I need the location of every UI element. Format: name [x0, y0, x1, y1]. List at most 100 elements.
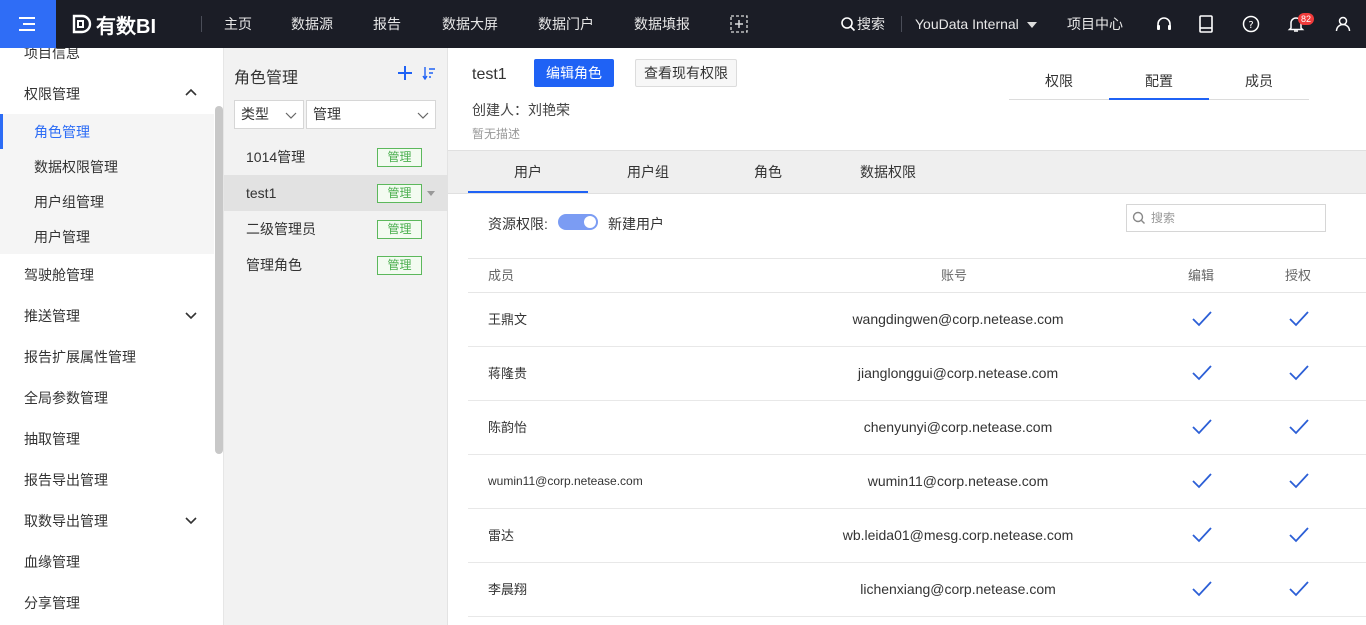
sidebar-item-report-export[interactable]: 报告导出管理 — [0, 462, 214, 497]
role-item[interactable]: 管理角色 管理 — [224, 247, 448, 283]
role-type-select[interactable]: 类型 — [234, 100, 304, 129]
caret-down-icon[interactable] — [427, 191, 435, 196]
member-account: wumin11@corp.netease.com — [867, 473, 1049, 489]
chevron-down-icon — [285, 112, 297, 119]
active-tab-indicator — [1109, 98, 1209, 100]
sort-icon[interactable] — [422, 66, 436, 80]
chevron-down-icon — [417, 112, 429, 119]
member-search-input[interactable] — [1151, 208, 1319, 228]
chevron-down-icon — [185, 312, 197, 320]
resource-permission-label: 资源权限: — [488, 216, 548, 232]
nav-home[interactable]: 主页 — [224, 0, 252, 48]
sidebar-item-role-management[interactable]: 角色管理 — [0, 114, 214, 149]
top-navbar: 有数BI 主页 数据源 报告 数据大屏 数据门户 数据填报 搜索 YouData… — [0, 0, 1366, 48]
sidebar-item-cockpit[interactable]: 驾驶舱管理 — [0, 257, 214, 292]
role-name: 管理角色 — [246, 257, 302, 273]
table-row: wumin11@corp.netease.com wumin11@corp.net… — [468, 455, 1366, 509]
table-row: 王鼎文 wangdingwen@corp.netease.com — [468, 293, 1366, 347]
member-name: 陈韵怡 — [488, 420, 528, 435]
role-filter-value: 管理 — [313, 106, 341, 122]
header-edit: 编辑 — [1188, 268, 1215, 283]
role-item-selected[interactable]: test1 管理 — [224, 175, 448, 211]
tab-members[interactable]: 成员 — [1209, 71, 1309, 91]
subtab-data-permission[interactable]: 数据权限 — [828, 151, 948, 193]
sidebar-item-share[interactable]: 分享管理 — [0, 585, 214, 620]
add-icon[interactable] — [398, 66, 412, 80]
role-filter-select[interactable]: 管理 — [306, 100, 436, 129]
sidebar-item-permission[interactable]: 权限管理 — [0, 76, 214, 111]
nav-datasource[interactable]: 数据源 — [291, 0, 333, 48]
nav-report[interactable]: 报告 — [373, 0, 401, 48]
sidebar-item-project-info[interactable]: 项目信息 — [0, 48, 214, 70]
sidebar-item-label: 推送管理 — [24, 307, 80, 324]
nav-big-screen[interactable]: 数据大屏 — [442, 0, 498, 48]
role-name: test1 — [246, 185, 277, 201]
logo-text: 有数BI — [96, 15, 156, 38]
sidebar-item-global-param[interactable]: 全局参数管理 — [0, 380, 214, 415]
sidebar-item-report-ext-attr[interactable]: 报告扩展属性管理 — [0, 339, 214, 374]
authorize-check-icon[interactable] — [1288, 417, 1310, 437]
view-permissions-button[interactable]: 查看现有权限 — [635, 59, 737, 87]
member-name: wumin11@corp.netease.com — [488, 474, 643, 488]
sidebar-item-data-permission[interactable]: 数据权限管理 — [0, 149, 214, 184]
member-search[interactable] — [1126, 204, 1326, 232]
role-tag: 管理 — [377, 220, 422, 239]
header-member: 成员 — [488, 268, 515, 283]
authorize-check-icon[interactable] — [1288, 525, 1310, 545]
search-label[interactable]: 搜索 — [857, 0, 885, 48]
table-row: 李晨翔 lichenxiang@corp.netease.com — [468, 563, 1366, 617]
document-icon[interactable] — [1196, 14, 1216, 34]
menu-toggle-button[interactable] — [0, 0, 56, 48]
role-item[interactable]: 1014管理 管理 — [224, 139, 448, 175]
member-account: wangdingwen@corp.netease.com — [852, 311, 1064, 327]
subtab-user-groups[interactable]: 用户组 — [588, 151, 708, 193]
sidebar-item-label: 取数导出管理 — [24, 512, 108, 529]
edit-check-icon[interactable] — [1191, 309, 1213, 329]
sidebar-item-user-management[interactable]: 用户管理 — [0, 219, 214, 254]
tab-permission[interactable]: 权限 — [1009, 71, 1109, 91]
workspace-selector[interactable]: YouData Internal — [915, 0, 1037, 48]
authorize-check-icon[interactable] — [1288, 309, 1310, 329]
edit-role-button[interactable]: 编辑角色 — [534, 59, 614, 87]
sidebar-item-push[interactable]: 推送管理 — [0, 298, 214, 333]
resource-permission-toggle[interactable] — [558, 214, 598, 230]
workspace-name: YouData Internal — [915, 16, 1019, 32]
sidebar-item-extract[interactable]: 抽取管理 — [0, 421, 214, 456]
search-icon[interactable] — [838, 14, 858, 34]
edit-check-icon[interactable] — [1191, 363, 1213, 383]
add-tab-icon[interactable] — [729, 14, 749, 34]
chevron-up-icon — [185, 88, 197, 96]
edit-check-icon[interactable] — [1191, 417, 1213, 437]
role-tag: 管理 — [377, 184, 422, 203]
member-account: chenyunyi@corp.netease.com — [863, 419, 1053, 435]
subtab-users[interactable]: 用户 — [468, 151, 588, 193]
role-item[interactable]: 二级管理员 管理 — [224, 211, 448, 247]
authorize-check-icon[interactable] — [1288, 579, 1310, 599]
role-detail-panel: test1 编辑角色 查看现有权限 创建人：刘艳荣 暂无描述 权限 配置 成员 … — [448, 48, 1366, 625]
nav-data-portal[interactable]: 数据门户 — [538, 0, 594, 48]
authorize-check-icon[interactable] — [1288, 471, 1310, 491]
role-name: 二级管理员 — [246, 221, 316, 237]
role-tag: 管理 — [377, 148, 422, 167]
role-tag: 管理 — [377, 256, 422, 275]
project-center-link[interactable]: 项目中心 — [1067, 0, 1123, 48]
help-icon[interactable]: ? — [1241, 14, 1261, 34]
edit-check-icon[interactable] — [1191, 471, 1213, 491]
user-icon[interactable] — [1333, 14, 1353, 34]
subtab-roles[interactable]: 角色 — [708, 151, 828, 193]
sidebar-scrollbar[interactable] — [215, 106, 223, 454]
sidebar-item-user-group[interactable]: 用户组管理 — [0, 184, 214, 219]
nav-data-fill[interactable]: 数据填报 — [634, 0, 690, 48]
tab-config[interactable]: 配置 — [1109, 71, 1209, 91]
edit-check-icon[interactable] — [1191, 579, 1213, 599]
sidebar-item-data-export[interactable]: 取数导出管理 — [0, 503, 214, 538]
authorize-check-icon[interactable] — [1288, 363, 1310, 383]
app-logo[interactable]: 有数BI — [70, 0, 156, 48]
table-row: 陈韵怡 chenyunyi@corp.netease.com — [468, 401, 1366, 455]
sidebar-item-lineage[interactable]: 血缘管理 — [0, 544, 214, 579]
table-row: 雷达 wb.leida01@mesg.corp.netease.com — [468, 509, 1366, 563]
edit-check-icon[interactable] — [1191, 525, 1213, 545]
role-title: test1 — [472, 66, 507, 83]
new-user-button[interactable]: 新建用户 — [608, 214, 664, 234]
headset-icon[interactable] — [1154, 14, 1174, 34]
